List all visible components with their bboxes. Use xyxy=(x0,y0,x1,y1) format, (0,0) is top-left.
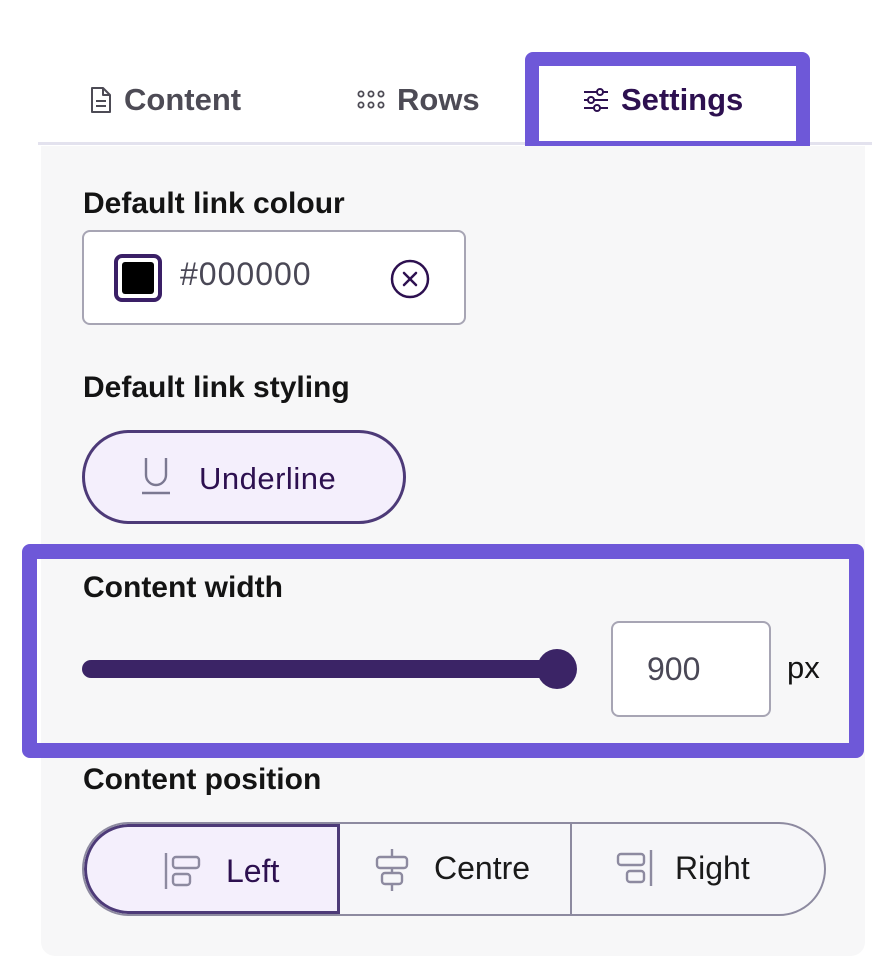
content-width-slider-track[interactable] xyxy=(82,660,560,678)
position-right-label: Right xyxy=(675,850,750,886)
document-icon xyxy=(90,86,112,114)
sliders-icon xyxy=(583,87,609,113)
tab-settings[interactable]: Settings xyxy=(583,52,743,148)
tab-content-label: Content xyxy=(124,82,242,117)
tab-rows[interactable]: Rows xyxy=(357,52,480,148)
position-left-option[interactable]: Left xyxy=(84,824,340,914)
align-right-icon xyxy=(614,848,654,896)
colour-swatch[interactable] xyxy=(114,254,162,302)
tab-rows-label: Rows xyxy=(397,82,480,117)
colour-swatch-fill xyxy=(122,262,154,294)
content-position-label: Content position xyxy=(83,763,322,796)
tab-content[interactable]: Content xyxy=(90,52,241,148)
underline-icon xyxy=(139,455,173,504)
content-width-label: Content width xyxy=(83,571,283,604)
underline-toggle[interactable]: Underline xyxy=(82,430,406,524)
clear-circle-icon xyxy=(390,259,430,299)
content-width-unit: px xyxy=(787,650,820,685)
position-left-label: Left xyxy=(226,853,280,889)
content-width-input[interactable]: 900 xyxy=(611,621,771,717)
position-centre-label: Centre xyxy=(434,850,531,886)
grid-dots-icon xyxy=(357,90,385,110)
link-colour-value[interactable]: #000000 xyxy=(180,256,312,293)
link-styling-label: Default link styling xyxy=(83,371,350,404)
clear-colour-button[interactable] xyxy=(389,258,431,300)
underline-label: Underline xyxy=(199,461,337,496)
tab-bar-divider xyxy=(38,142,872,145)
tab-settings-label: Settings xyxy=(621,82,744,117)
link-colour-label: Default link colour xyxy=(83,187,345,220)
align-left-icon xyxy=(163,851,203,899)
content-position-control: Left Centre Right xyxy=(82,822,826,916)
position-right-option[interactable]: Right xyxy=(572,824,824,914)
align-center-icon xyxy=(374,848,410,900)
content-width-slider-thumb[interactable] xyxy=(537,649,577,689)
position-centre-option[interactable]: Centre xyxy=(340,824,570,914)
